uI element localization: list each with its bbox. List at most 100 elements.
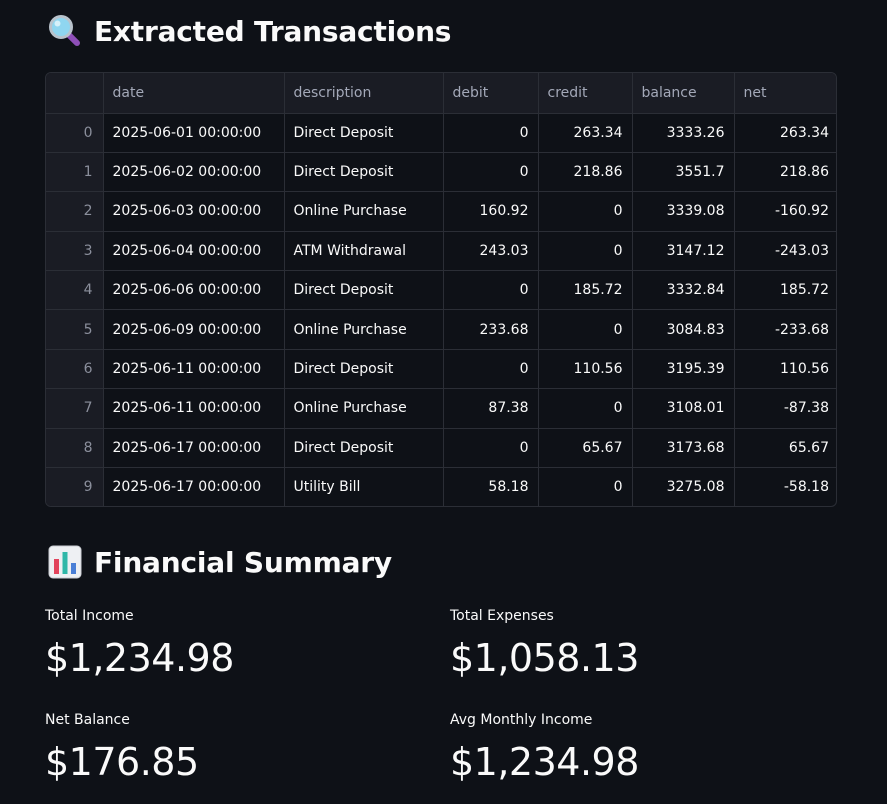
- cell-debit[interactable]: 160.92: [443, 191, 539, 232]
- cell-date[interactable]: 2025-06-09 00:00:00: [103, 309, 285, 350]
- table-row[interactable]: 5 2025-06-09 00:00:00 Online Purchase 233.6…: [46, 309, 836, 350]
- cell-balance[interactable]: 3339.08: [632, 191, 735, 232]
- row-index[interactable]: 5: [46, 309, 104, 350]
- table-row[interactable]: 7 2025-06-11 00:00:00 Online Purchase 87.38…: [46, 388, 836, 429]
- cell-date[interactable]: 2025-06-11 00:00:00: [103, 349, 285, 390]
- cell-debit[interactable]: 0: [443, 113, 539, 153]
- cell-net[interactable]: -87.38: [734, 388, 836, 429]
- cell-net[interactable]: -160.92: [734, 191, 836, 232]
- cell-date[interactable]: 2025-06-04 00:00:00: [103, 231, 285, 272]
- cell-description[interactable]: Direct Deposit: [284, 349, 444, 390]
- cell-date[interactable]: 2025-06-17 00:00:00: [103, 428, 285, 469]
- cell-net[interactable]: 218.86: [734, 152, 836, 193]
- metric-avg-monthly-income: Avg Monthly Income $1,234.98: [450, 712, 639, 784]
- column-header-credit[interactable]: credit: [538, 73, 633, 114]
- cell-debit[interactable]: 87.38: [443, 388, 539, 429]
- cell-balance[interactable]: 3108.01: [632, 388, 735, 429]
- cell-credit[interactable]: 0: [538, 231, 633, 272]
- column-header-net[interactable]: net: [734, 73, 836, 114]
- row-index[interactable]: 9: [46, 467, 104, 506]
- cell-description[interactable]: ATM Withdrawal: [284, 231, 444, 272]
- cell-description[interactable]: Direct Deposit: [284, 113, 444, 153]
- cell-net[interactable]: 65.67: [734, 428, 836, 469]
- cell-date[interactable]: 2025-06-01 00:00:00: [103, 113, 285, 153]
- cell-net[interactable]: 185.72: [734, 270, 836, 311]
- cell-date[interactable]: 2025-06-06 00:00:00: [103, 270, 285, 311]
- cell-balance[interactable]: 3173.68: [632, 428, 735, 469]
- table-row[interactable]: 3 2025-06-04 00:00:00 ATM Withdrawal 243.03…: [46, 231, 836, 272]
- cell-description[interactable]: Utility Bill: [284, 467, 444, 506]
- table-row[interactable]: 1 2025-06-02 00:00:00 Direct Deposit 0 218.8…: [46, 152, 836, 193]
- cell-balance[interactable]: 3195.39: [632, 349, 735, 390]
- row-index[interactable]: 6: [46, 349, 104, 390]
- metric-total-expenses: Total Expenses $1,058.13: [450, 608, 639, 680]
- metric-value: $1,234.98: [45, 636, 234, 680]
- cell-net[interactable]: 263.34: [734, 113, 836, 153]
- cell-credit[interactable]: 185.72: [538, 270, 633, 311]
- cell-net[interactable]: -233.68: [734, 309, 836, 350]
- column-header-date[interactable]: date: [103, 73, 285, 114]
- cell-credit[interactable]: 110.56: [538, 349, 633, 390]
- row-index[interactable]: 1: [46, 152, 104, 193]
- metric-label: Net Balance: [45, 712, 130, 728]
- row-index[interactable]: 3: [46, 231, 104, 272]
- cell-date[interactable]: 2025-06-17 00:00:00: [103, 467, 285, 506]
- row-index[interactable]: 2: [46, 191, 104, 232]
- cell-date[interactable]: 2025-06-11 00:00:00: [103, 388, 285, 429]
- cell-debit[interactable]: 0: [443, 349, 539, 390]
- cell-credit[interactable]: 0: [538, 388, 633, 429]
- cell-credit[interactable]: 0: [538, 309, 633, 350]
- cell-credit[interactable]: 0: [538, 191, 633, 232]
- column-header-balance[interactable]: balance: [632, 73, 735, 114]
- cell-balance[interactable]: 3084.83: [632, 309, 735, 350]
- column-header-index[interactable]: [46, 73, 104, 114]
- table-row[interactable]: 9 2025-06-17 00:00:00 Utility Bill 58.18 0 32…: [46, 467, 836, 506]
- transactions-table[interactable]: date description debit credit balance ne…: [45, 72, 837, 507]
- column-header-debit[interactable]: debit: [443, 73, 539, 114]
- table-row[interactable]: 6 2025-06-11 00:00:00 Direct Deposit 0 110.5…: [46, 349, 836, 390]
- section-title-text: Financial Summary: [94, 545, 392, 579]
- column-header-description[interactable]: description: [284, 73, 444, 114]
- bar-chart-icon: [48, 545, 82, 579]
- table-row[interactable]: 8 2025-06-17 00:00:00 Direct Deposit 0 65.67…: [46, 428, 836, 469]
- cell-description[interactable]: Online Purchase: [284, 191, 444, 232]
- cell-description[interactable]: Direct Deposit: [284, 270, 444, 311]
- magnifying-glass-icon: [49, 15, 80, 46]
- row-index[interactable]: 4: [46, 270, 104, 311]
- row-index[interactable]: 0: [46, 113, 104, 153]
- cell-description[interactable]: Direct Deposit: [284, 428, 444, 469]
- cell-debit[interactable]: 243.03: [443, 231, 539, 272]
- cell-debit[interactable]: 233.68: [443, 309, 539, 350]
- cell-debit[interactable]: 58.18: [443, 467, 539, 506]
- cell-credit[interactable]: 0: [538, 467, 633, 506]
- extracted-transactions-heading: Extracted Transactions: [48, 14, 451, 48]
- cell-balance[interactable]: 3275.08: [632, 467, 735, 506]
- cell-balance[interactable]: 3551.7: [632, 152, 735, 193]
- cell-date[interactable]: 2025-06-03 00:00:00: [103, 191, 285, 232]
- cell-description[interactable]: Direct Deposit: [284, 152, 444, 193]
- row-index[interactable]: 8: [46, 428, 104, 469]
- cell-debit[interactable]: 0: [443, 152, 539, 193]
- metric-label: Avg Monthly Income: [450, 712, 593, 728]
- table-row[interactable]: 0 2025-06-01 00:00:00 Direct Deposit 0 263.3…: [46, 113, 836, 153]
- cell-net[interactable]: -58.18: [734, 468, 836, 506]
- cell-net[interactable]: -243.03: [734, 231, 836, 272]
- cell-balance[interactable]: 3332.84: [632, 270, 735, 311]
- cell-description[interactable]: Online Purchase: [284, 388, 444, 429]
- cell-credit[interactable]: 263.34: [538, 113, 633, 153]
- cell-balance[interactable]: 3333.26: [632, 113, 735, 153]
- metric-total-income: Total Income $1,234.98: [45, 608, 234, 680]
- section-title-text: Extracted Transactions: [94, 14, 452, 48]
- table-row[interactable]: 2 2025-06-03 00:00:00 Online Purchase 160.9…: [46, 191, 836, 232]
- cell-credit[interactable]: 65.67: [538, 428, 633, 469]
- row-index[interactable]: 7: [46, 388, 104, 429]
- app-page: Extracted Transactions date description …: [0, 0, 887, 804]
- cell-date[interactable]: 2025-06-02 00:00:00: [103, 152, 285, 193]
- cell-debit[interactable]: 0: [443, 270, 539, 311]
- cell-debit[interactable]: 0: [443, 428, 539, 469]
- cell-description[interactable]: Online Purchase: [284, 309, 444, 350]
- cell-credit[interactable]: 218.86: [538, 152, 633, 193]
- table-row[interactable]: 4 2025-06-06 00:00:00 Direct Deposit 0 185.7…: [46, 270, 836, 311]
- cell-balance[interactable]: 3147.12: [632, 231, 735, 272]
- cell-net[interactable]: 110.56: [734, 349, 836, 390]
